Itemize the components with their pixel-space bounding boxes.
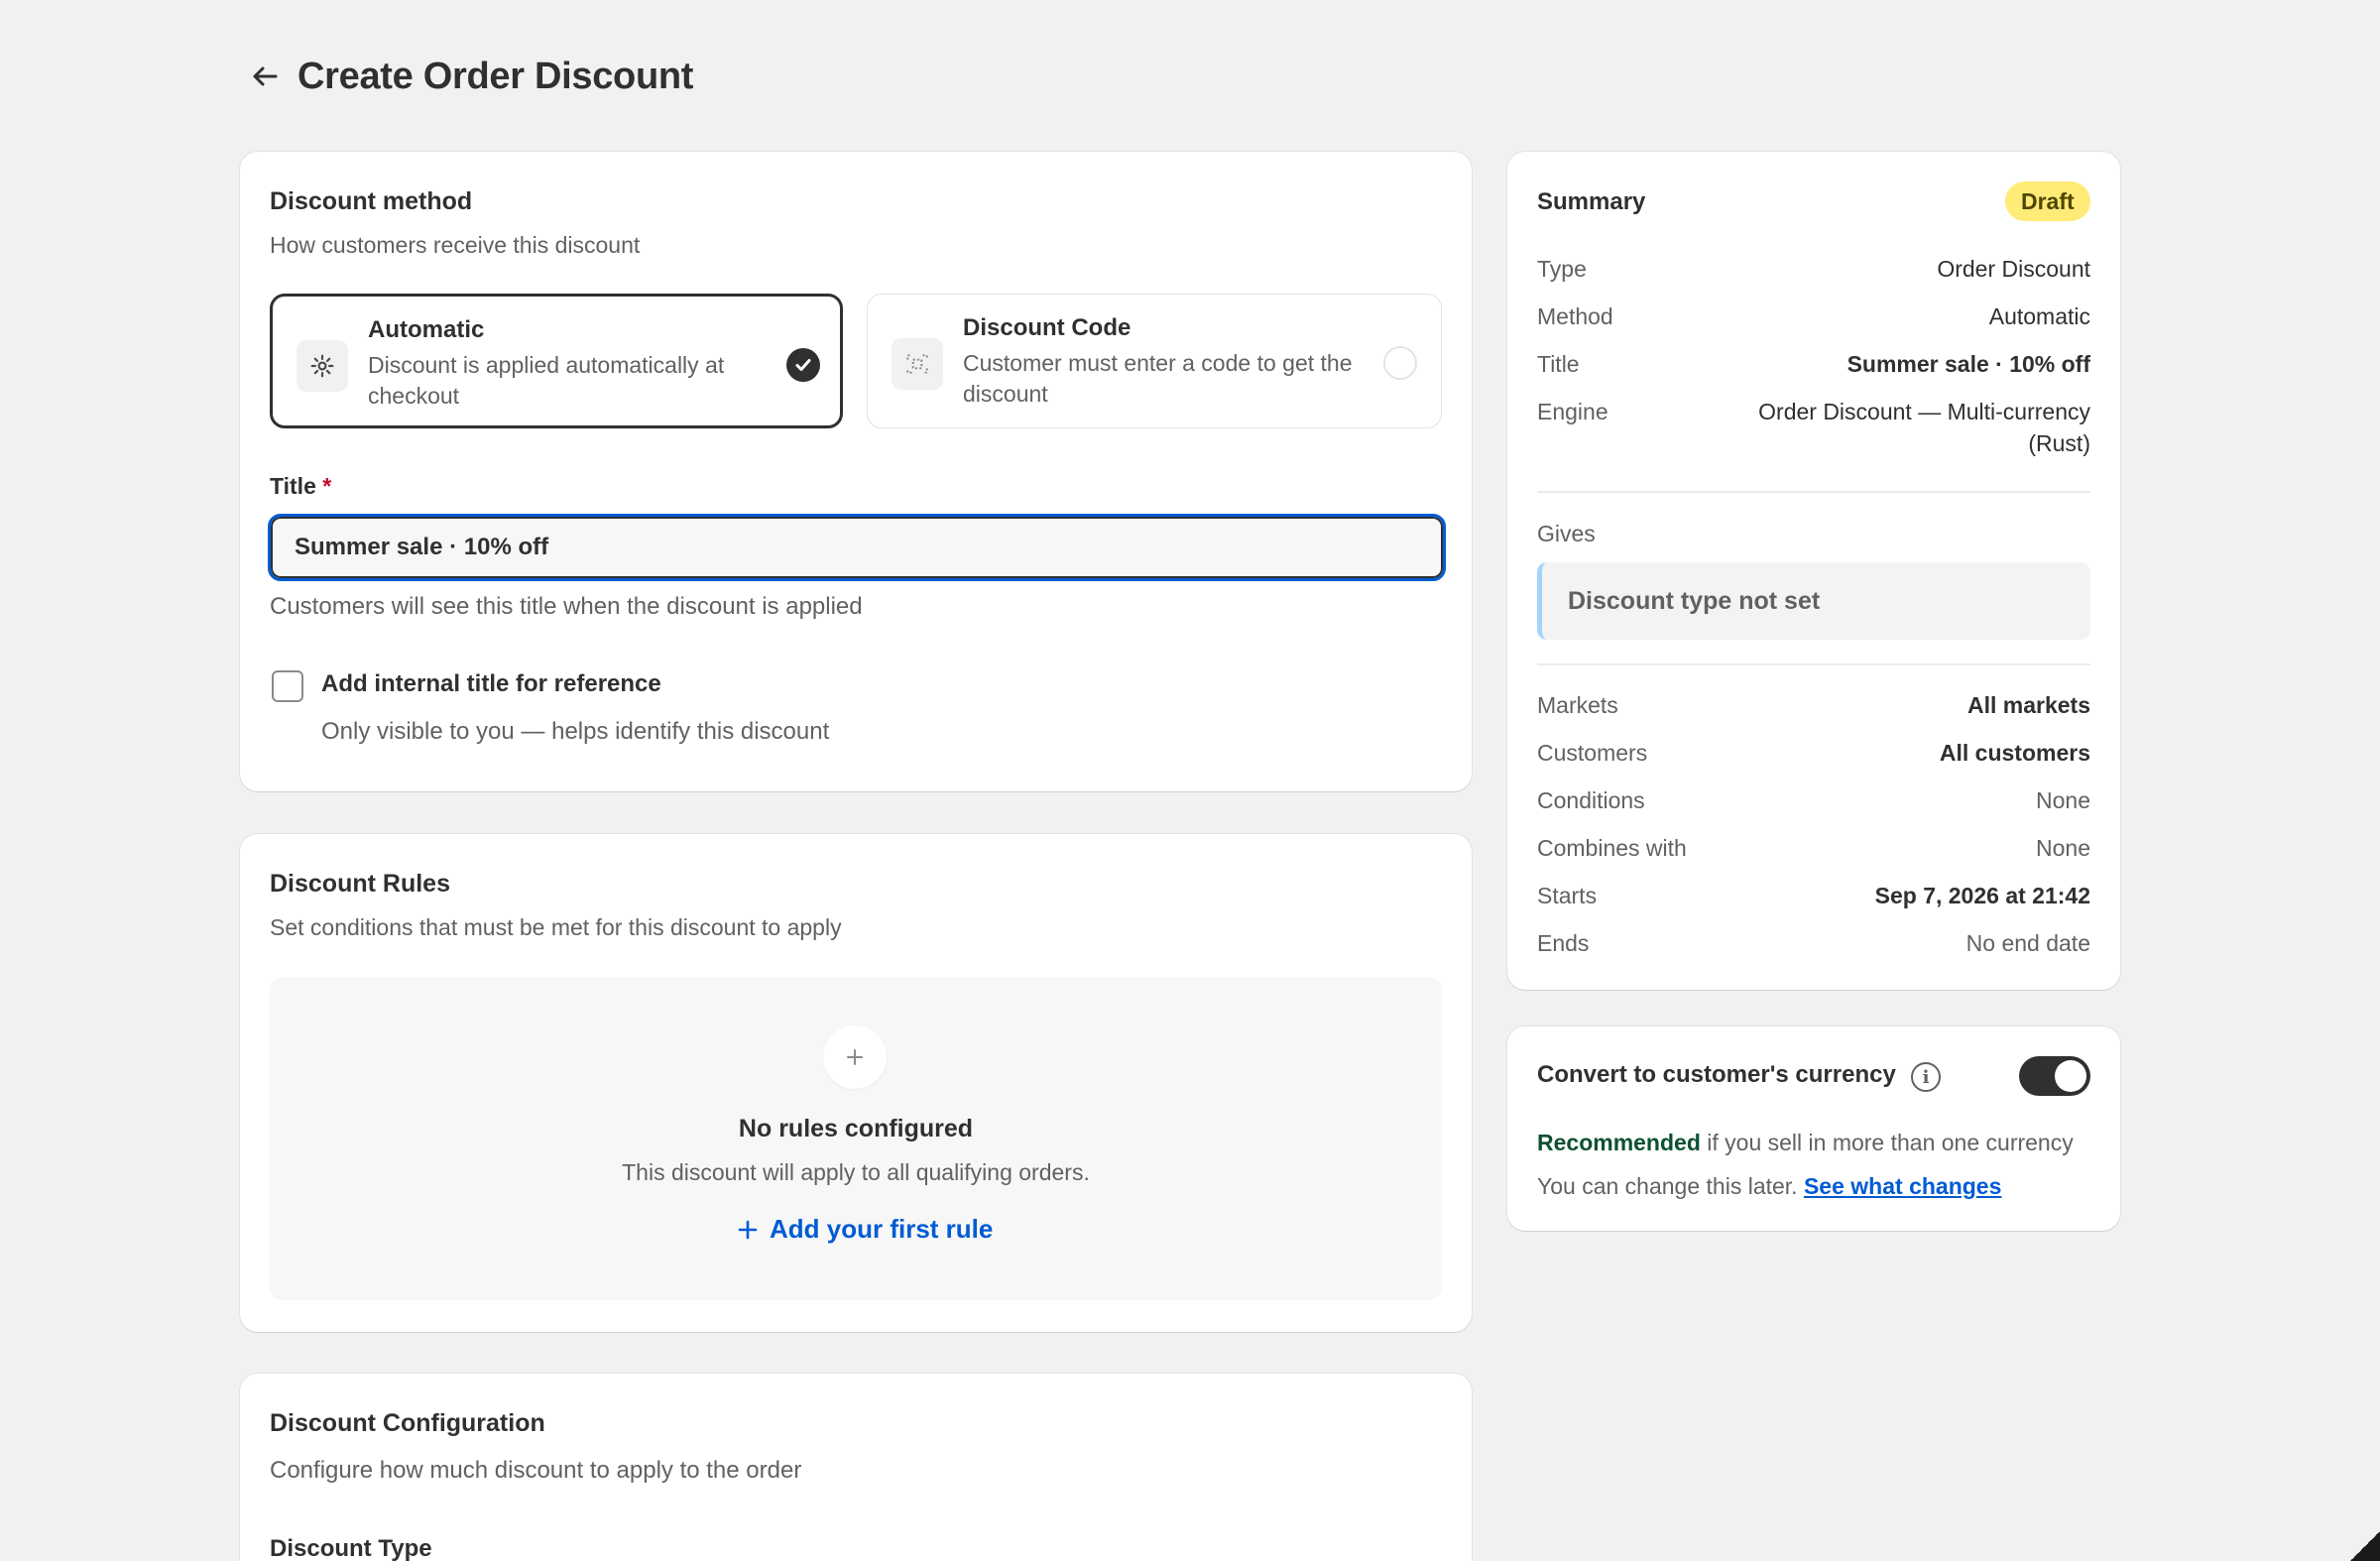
summary-starts-label: Starts: [1537, 883, 1598, 908]
back-arrow-icon[interactable]: [248, 60, 282, 93]
summary-markets-label: Markets: [1537, 692, 1618, 718]
summary-starts-value: Sep 7, 2026 at 21:42: [1874, 883, 2090, 908]
currency-title: Convert to customer's currency: [1537, 1061, 1896, 1088]
summary-gives-box: Discount type not set: [1537, 562, 2090, 640]
config-subtitle: Configure how much discount to apply to …: [270, 1457, 802, 1484]
summary-divider: [1537, 663, 2090, 665]
summary-title-value: Summer sale · 10% off: [1846, 351, 2090, 377]
recommended-label: Recommended: [1537, 1130, 1701, 1155]
rules-empty-title: No rules configured: [738, 1115, 974, 1142]
summary-title: Summary: [1537, 188, 1646, 215]
summary-engine-label: Engine: [1537, 399, 1608, 424]
change-later-text: You can change this later.: [1537, 1173, 1798, 1199]
rules-title: Discount Rules: [270, 870, 450, 898]
plus-icon: [823, 1025, 887, 1089]
summary-ends-value: No end date: [1965, 930, 2090, 956]
summary-markets-value: All markets: [1966, 692, 2090, 718]
add-first-rule-button[interactable]: Add your first rule: [736, 1214, 993, 1245]
summary-divider: [1537, 491, 2090, 493]
summary-conditions-label: Conditions: [1537, 787, 1645, 813]
option-automatic-title: Automatic: [368, 316, 485, 343]
currency-toggle[interactable]: [2019, 1056, 2090, 1096]
title-input[interactable]: [268, 514, 1446, 581]
summary-customers-value: All customers: [1939, 740, 2090, 766]
option-code-title: Discount Code: [963, 314, 1131, 341]
summary-engine-value-line2: (Rust): [2028, 430, 2090, 456]
currency-card: [1507, 1026, 2120, 1231]
summary-type-label: Type: [1537, 256, 1587, 282]
required-mark: *: [322, 473, 332, 499]
title-label-text: Title: [270, 473, 316, 499]
summary-title-label: Title: [1537, 351, 1580, 377]
internal-title-label[interactable]: Add internal title for reference: [321, 670, 661, 698]
page-title: Create Order Discount: [298, 55, 694, 97]
option-code-radio[interactable]: [1383, 346, 1417, 380]
internal-title-checkbox[interactable]: [272, 670, 303, 702]
summary-method-value: Automatic: [1988, 303, 2090, 329]
status-badge: Draft: [2005, 181, 2090, 221]
info-icon[interactable]: i: [1911, 1062, 1941, 1092]
summary-combines-value: None: [2036, 835, 2090, 861]
summary-method-label: Method: [1537, 303, 1613, 329]
summary-ends-label: Ends: [1537, 930, 1590, 956]
currency-recommendation: Recommended if you sell in more than one…: [1537, 1130, 2074, 1156]
summary-customers-label: Customers: [1537, 740, 1648, 766]
method-title: Discount method: [270, 187, 473, 215]
currency-change-note: You can change this later. See what chan…: [1537, 1173, 2001, 1200]
rules-subtitle: Set conditions that must be met for this…: [270, 914, 842, 940]
see-what-changes-link[interactable]: See what changes: [1804, 1173, 2001, 1199]
option-discount-code[interactable]: Discount Code Customer must enter a code…: [867, 294, 1442, 428]
title-label: Title *: [270, 473, 331, 500]
title-help: Customers will see this title when the d…: [270, 593, 863, 620]
option-code-desc: Customer must enter a code to get the di…: [963, 350, 1353, 407]
option-automatic[interactable]: Automatic Discount is applied automatica…: [270, 294, 843, 428]
summary-combines-label: Combines with: [1537, 835, 1687, 861]
discount-type-label: Discount Type: [270, 1535, 432, 1561]
toggle-knob: [2055, 1060, 2086, 1092]
gear-icon: [297, 340, 348, 392]
internal-title-help: Only visible to you — helps identify thi…: [321, 718, 830, 745]
summary-gives-label: Gives: [1537, 521, 1596, 546]
check-icon: [786, 348, 820, 382]
summary-conditions-value: None: [2036, 787, 2090, 813]
code-scan-icon: [892, 338, 943, 390]
method-subtitle: How customers receive this discount: [270, 232, 641, 258]
recommended-rest: if you sell in more than one currency: [1700, 1130, 2074, 1155]
window-corner: [2350, 1531, 2380, 1561]
summary-engine-value-line1: Order Discount — Multi-currency: [1758, 399, 2090, 424]
option-automatic-desc: Discount is applied automatically at che…: [368, 352, 725, 409]
rules-empty-desc: This discount will apply to all qualifyi…: [622, 1159, 1090, 1185]
config-title: Discount Configuration: [270, 1409, 545, 1437]
add-rule-label: Add your first rule: [770, 1214, 994, 1244]
summary-type-value: Order Discount: [1937, 256, 2090, 282]
add-rule-plus-icon: [738, 1220, 758, 1239]
page-header: Create Order Discount: [248, 50, 693, 103]
